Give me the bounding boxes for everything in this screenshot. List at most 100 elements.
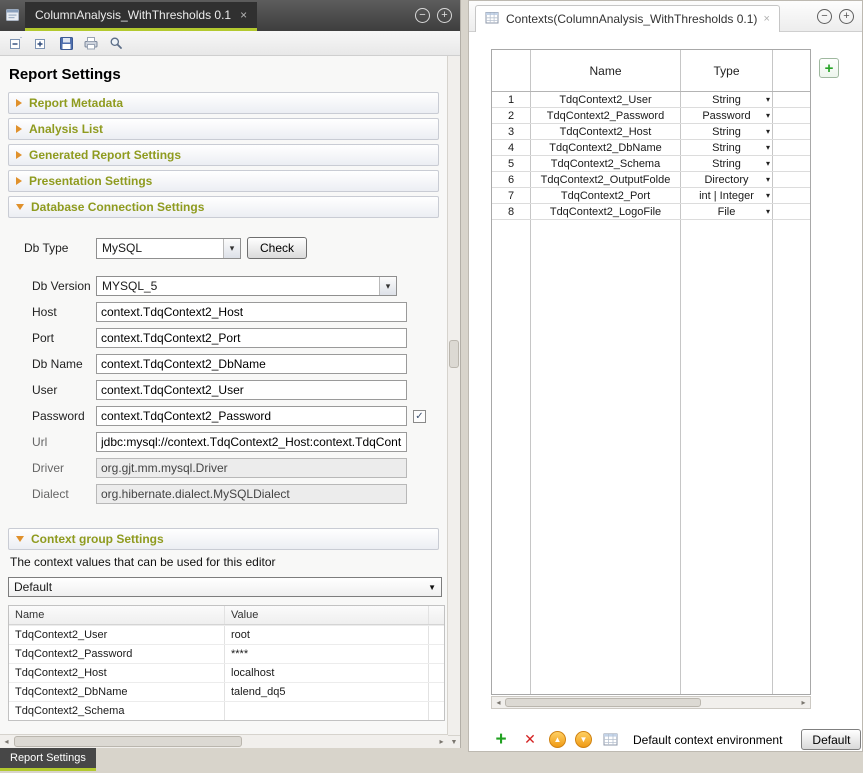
- context-type-cell[interactable]: Password: [681, 108, 773, 123]
- contexts-icon: [485, 11, 500, 28]
- section-generated-report-settings[interactable]: Generated Report Settings: [8, 144, 439, 166]
- spacer-cell: [773, 156, 810, 171]
- maximize-icon[interactable]: [437, 8, 452, 23]
- contexts-tab[interactable]: Contexts(ColumnAnalysis_WithThresholds 0…: [475, 5, 780, 32]
- expand-all-icon[interactable]: [32, 34, 50, 52]
- scrollbar-thumb[interactable]: [14, 736, 242, 747]
- table-row[interactable]: 8 TdqContext2_LogoFile File: [492, 204, 810, 220]
- db-version-select[interactable]: MYSQL_5: [96, 276, 397, 296]
- scroll-left-icon[interactable]: [0, 735, 13, 748]
- db-name-input[interactable]: [96, 354, 407, 374]
- talend-studio-workspace: { "left_panel": { "header": { "tab_title…: [0, 0, 863, 773]
- vertical-scrollbar[interactable]: [447, 56, 460, 748]
- context-name-cell[interactable]: TdqContext2_Port: [531, 188, 681, 203]
- default-environment-button[interactable]: Default: [801, 729, 861, 750]
- empty-table-area: [492, 220, 810, 694]
- scrollbar-thumb[interactable]: [505, 698, 701, 707]
- table-row[interactable]: 4 TdqContext2_DbName String: [492, 140, 810, 156]
- report-editor-icon: [5, 7, 21, 23]
- scrollbar-thumb[interactable]: [449, 340, 459, 368]
- collapse-all-icon[interactable]: [7, 34, 25, 52]
- context-name-cell: TdqContext2_Host: [9, 664, 225, 682]
- host-label: Host: [32, 305, 96, 319]
- context-name-cell[interactable]: TdqContext2_Schema: [531, 156, 681, 171]
- move-down-button[interactable]: [575, 731, 592, 748]
- section-analysis-list[interactable]: Analysis List: [8, 118, 439, 140]
- context-type-cell[interactable]: Directory: [681, 172, 773, 187]
- table-row[interactable]: TdqContext2_Host localhost: [9, 663, 444, 682]
- section-presentation-settings[interactable]: Presentation Settings: [8, 170, 439, 192]
- context-name-cell[interactable]: TdqContext2_LogoFile: [531, 204, 681, 219]
- save-icon[interactable]: [57, 34, 75, 52]
- row-number-cell: 3: [492, 124, 531, 139]
- scroll-right-icon[interactable]: [435, 735, 448, 748]
- context-name-cell[interactable]: TdqContext2_Password: [531, 108, 681, 123]
- minimize-icon[interactable]: [817, 9, 832, 24]
- context-type-cell[interactable]: String: [681, 92, 773, 107]
- context-name-cell[interactable]: TdqContext2_Host: [531, 124, 681, 139]
- chevron-down-icon: [766, 191, 770, 200]
- chevron-down-icon: [766, 95, 770, 104]
- move-up-button[interactable]: [549, 731, 566, 748]
- context-name-cell[interactable]: TdqContext2_DbName: [531, 140, 681, 155]
- password-checkbox[interactable]: [413, 410, 426, 423]
- type-value: Directory: [704, 174, 748, 186]
- table-row[interactable]: 5 TdqContext2_Schema String: [492, 156, 810, 172]
- password-input[interactable]: [96, 406, 407, 426]
- table-row[interactable]: 2 TdqContext2_Password Password: [492, 108, 810, 124]
- section-context-group-settings[interactable]: Context group Settings: [8, 528, 439, 550]
- url-input[interactable]: [96, 432, 407, 452]
- table-row[interactable]: TdqContext2_Schema: [9, 701, 444, 720]
- section-database-connection-settings[interactable]: Database Connection Settings: [8, 196, 439, 218]
- table-row[interactable]: TdqContext2_User root: [9, 625, 444, 644]
- horizontal-scrollbar[interactable]: [491, 696, 811, 709]
- close-icon[interactable]: ×: [240, 8, 247, 22]
- dialect-input: [96, 484, 407, 504]
- report-settings-content: Report Settings Report Metadata Analysis…: [0, 56, 448, 734]
- context-type-cell[interactable]: File: [681, 204, 773, 219]
- context-group-select[interactable]: Default: [8, 577, 442, 597]
- minimize-icon[interactable]: [415, 8, 430, 23]
- host-input[interactable]: [96, 302, 407, 322]
- print-icon[interactable]: [82, 34, 100, 52]
- user-input[interactable]: [96, 380, 407, 400]
- plus-icon: [825, 60, 834, 77]
- chevron-right-icon: [16, 177, 22, 185]
- context-groups-icon[interactable]: [601, 730, 621, 750]
- scroll-down-icon[interactable]: [448, 735, 460, 748]
- scroll-right-icon[interactable]: [797, 697, 810, 708]
- context-type-cell[interactable]: int | Integer: [681, 188, 773, 203]
- context-value-cell: ****: [225, 645, 429, 663]
- add-context-button[interactable]: [819, 58, 839, 78]
- context-name-cell[interactable]: TdqContext2_OutputFolde: [531, 172, 681, 187]
- context-type-cell[interactable]: String: [681, 124, 773, 139]
- context-type-cell[interactable]: String: [681, 140, 773, 155]
- bottom-tab-report-settings[interactable]: Report Settings: [0, 748, 96, 771]
- delete-context-button[interactable]: [520, 730, 540, 750]
- close-icon[interactable]: ×: [763, 13, 769, 25]
- zoom-icon[interactable]: [107, 34, 125, 52]
- chevron-down-icon: [766, 127, 770, 136]
- user-label: User: [32, 383, 96, 397]
- horizontal-scrollbar[interactable]: [0, 734, 448, 748]
- table-row[interactable]: 1 TdqContext2_User String: [492, 92, 810, 108]
- context-type-cell[interactable]: String: [681, 156, 773, 171]
- context-name-cell[interactable]: TdqContext2_User: [531, 92, 681, 107]
- table-row[interactable]: 6 TdqContext2_OutputFolde Directory: [492, 172, 810, 188]
- editor-tab[interactable]: ColumnAnalysis_WithThresholds 0.1 ×: [25, 2, 257, 31]
- check-button[interactable]: Check: [247, 237, 307, 259]
- spacer-cell: [429, 645, 444, 663]
- section-report-metadata[interactable]: Report Metadata: [8, 92, 439, 114]
- db-type-select[interactable]: MySQL: [96, 238, 241, 259]
- port-input[interactable]: [96, 328, 407, 348]
- name-column-header: Name: [9, 606, 225, 624]
- chevron-down-icon: [223, 239, 240, 258]
- table-row[interactable]: TdqContext2_DbName talend_dq5: [9, 682, 444, 701]
- maximize-icon[interactable]: [839, 9, 854, 24]
- db-version-label: Db Version: [32, 279, 96, 293]
- add-context-button[interactable]: [491, 730, 511, 750]
- scroll-left-icon[interactable]: [492, 697, 505, 708]
- table-row[interactable]: 7 TdqContext2_Port int | Integer: [492, 188, 810, 204]
- table-row[interactable]: 3 TdqContext2_Host String: [492, 124, 810, 140]
- table-row[interactable]: TdqContext2_Password ****: [9, 644, 444, 663]
